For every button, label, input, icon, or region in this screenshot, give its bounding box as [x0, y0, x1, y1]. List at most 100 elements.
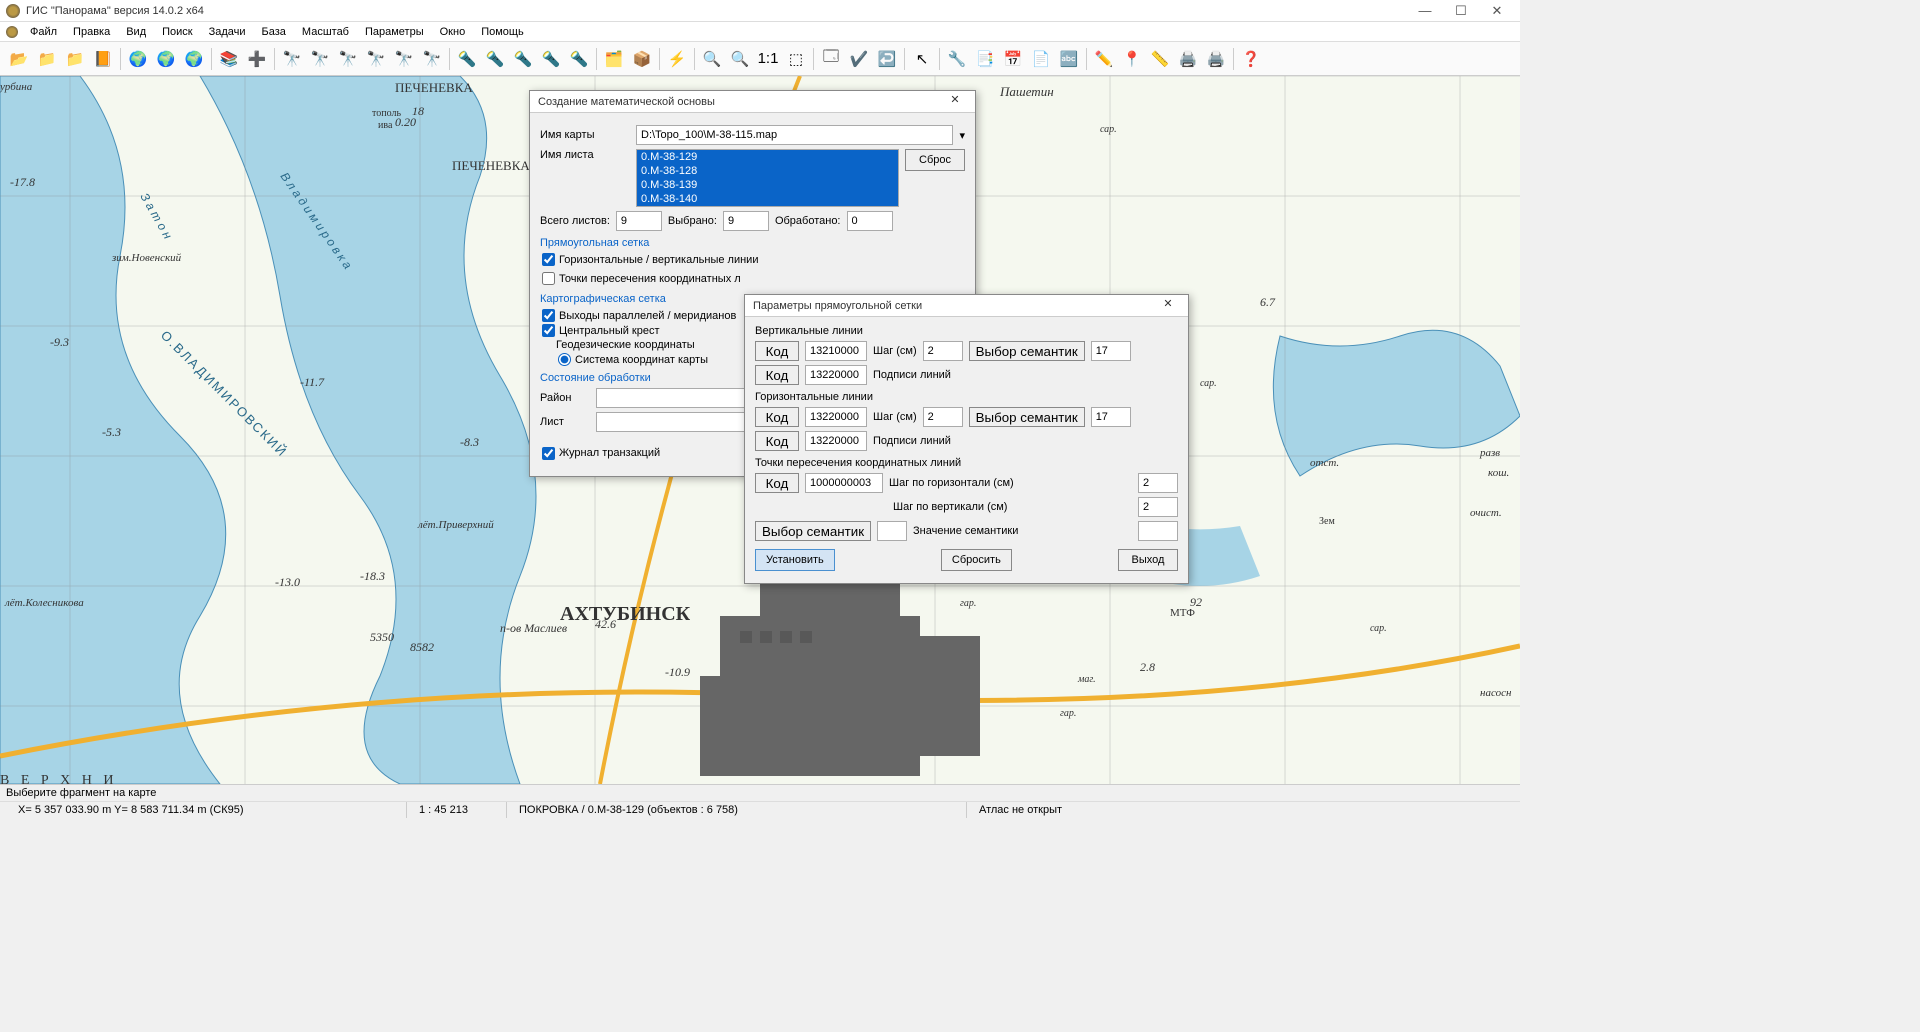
choose-sem-v-button[interactable]: Выбор семантик [969, 341, 1085, 361]
code-button-i[interactable]: Код [755, 473, 799, 493]
cube-icon[interactable]: 📦 [629, 46, 655, 72]
dialog1-close-icon[interactable]: ✕ [943, 93, 967, 111]
print-icon[interactable]: 🖨️ [1175, 46, 1201, 72]
choose-sem-h-button[interactable]: Выбор семантик [969, 407, 1085, 427]
label-masliev: п-ов Маслиев [500, 621, 567, 635]
check-icon[interactable]: ✔️ [846, 46, 872, 72]
bolt-icon[interactable]: ⚡ [664, 46, 690, 72]
code-button-h2[interactable]: Код [755, 431, 799, 451]
window-green-icon[interactable]: 🗔 [818, 46, 844, 72]
menu-base[interactable]: База [254, 24, 294, 40]
code-button-h1[interactable]: Код [755, 407, 799, 427]
input-processed[interactable] [847, 211, 893, 231]
help-icon[interactable]: ❓ [1238, 46, 1264, 72]
menu-edit[interactable]: Правка [65, 24, 118, 40]
globe-add-icon[interactable]: 🌍 [153, 46, 179, 72]
lbl-sheet: Лист [540, 416, 590, 428]
menu-params[interactable]: Параметры [357, 24, 432, 40]
input-isemnum[interactable] [877, 521, 907, 541]
light5-icon[interactable]: 🔦 [566, 46, 592, 72]
cb-hv[interactable] [542, 253, 555, 266]
cb-journal[interactable] [542, 447, 555, 460]
input-total[interactable] [616, 211, 662, 231]
minimize-button[interactable]: ― [1408, 2, 1442, 20]
zoom-in-icon[interactable]: 🔍 [727, 46, 753, 72]
undo-icon[interactable]: ↩️ [874, 46, 900, 72]
calendar-icon[interactable]: 📅 [1000, 46, 1026, 72]
input-vcode1[interactable] [805, 341, 867, 361]
menu-file[interactable]: Файл [22, 24, 65, 40]
input-istepV[interactable] [1138, 497, 1178, 517]
layers2-icon[interactable]: 🗂️ [601, 46, 627, 72]
open3-icon[interactable]: 📁 [62, 46, 88, 72]
cb-intersect[interactable] [542, 272, 555, 285]
choose-sem-i-button[interactable]: Выбор семантик [755, 521, 871, 541]
radio-sys[interactable] [558, 353, 571, 366]
binoc5-icon[interactable]: 🔭 [391, 46, 417, 72]
light2-icon[interactable]: 🔦 [482, 46, 508, 72]
layer-add-icon[interactable]: ➕ [244, 46, 270, 72]
exit-button[interactable]: Выход [1118, 549, 1178, 571]
dialog2-close-icon[interactable]: ✕ [1156, 297, 1180, 315]
cb-parallels[interactable] [542, 309, 555, 322]
zoom-out-icon[interactable]: 🔍 [699, 46, 725, 72]
menu-help[interactable]: Помощь [473, 24, 532, 40]
input-istepH[interactable] [1138, 473, 1178, 493]
light3-icon[interactable]: 🔦 [510, 46, 536, 72]
input-hstep[interactable] [923, 407, 963, 427]
pen-icon[interactable]: ✏️ [1091, 46, 1117, 72]
binoc3-icon[interactable]: 🔭 [335, 46, 361, 72]
ruler-icon[interactable]: 📏 [1147, 46, 1173, 72]
tool1-icon[interactable]: 🔧 [944, 46, 970, 72]
input-isemval[interactable] [1138, 521, 1178, 541]
globe-del-icon[interactable]: 🌍 [181, 46, 207, 72]
reset2-button[interactable]: Сбросить [941, 549, 1012, 571]
status-bar: Выберите фрагмент на карте X= 5 357 033.… [0, 784, 1520, 818]
binoc1-icon[interactable]: 🔭 [279, 46, 305, 72]
cb-intersect-label: Точки пересечения координатных л [559, 273, 741, 285]
open-icon[interactable]: 📂 [6, 46, 32, 72]
close-button[interactable]: ✕ [1480, 2, 1514, 20]
pin-icon[interactable]: 📍 [1119, 46, 1145, 72]
select-rect-icon[interactable]: ⬚ [783, 46, 809, 72]
input-hcode1[interactable] [805, 407, 867, 427]
input-mappath[interactable] [636, 125, 953, 145]
input-selected[interactable] [723, 211, 769, 231]
text-icon[interactable]: 🔤 [1056, 46, 1082, 72]
lbl-district: Район [540, 392, 590, 404]
toolbar: 📂 📁 📁 📙 🌍 🌍 🌍 📚 ➕ 🔭 🔭 🔭 🔭 🔭 🔭 🔦 🔦 🔦 🔦 🔦 … [0, 42, 1520, 76]
binoc2-icon[interactable]: 🔭 [307, 46, 333, 72]
one-to-one-icon[interactable]: 1:1 [755, 46, 781, 72]
menu-view[interactable]: Вид [118, 24, 154, 40]
light4-icon[interactable]: 🔦 [538, 46, 564, 72]
globe-refresh-icon[interactable]: 🌍 [125, 46, 151, 72]
dropdown-icon[interactable]: ▾ [959, 129, 965, 142]
tool2-icon[interactable]: 📑 [972, 46, 998, 72]
menu-search[interactable]: Поиск [154, 24, 200, 40]
input-vsem[interactable] [1091, 341, 1131, 361]
pointer-icon[interactable]: ↖ [909, 46, 935, 72]
open2-icon[interactable]: 📁 [34, 46, 60, 72]
input-hcode2[interactable] [805, 431, 867, 451]
maximize-button[interactable]: ☐ [1444, 2, 1478, 20]
doc-icon[interactable]: 📄 [1028, 46, 1054, 72]
light1-icon[interactable]: 🔦 [454, 46, 480, 72]
sheets-list[interactable]: 0.M-38-129 0.M-38-128 0.M-38-139 0.M-38-… [636, 149, 899, 207]
set-button[interactable]: Установить [755, 549, 835, 571]
cb-cross[interactable] [542, 324, 555, 337]
layers-icon[interactable]: 📚 [216, 46, 242, 72]
menu-tasks[interactable]: Задачи [201, 24, 254, 40]
code-button-v1[interactable]: Код [755, 341, 799, 361]
input-icode[interactable] [805, 473, 883, 493]
input-hsem[interactable] [1091, 407, 1131, 427]
binoc4-icon[interactable]: 🔭 [363, 46, 389, 72]
dbm-icon[interactable]: 📙 [90, 46, 116, 72]
code-button-v2[interactable]: Код [755, 365, 799, 385]
reset-button[interactable]: Сброс [905, 149, 965, 171]
binoc6-icon[interactable]: 🔭 [419, 46, 445, 72]
input-vstep[interactable] [923, 341, 963, 361]
menu-window[interactable]: Окно [432, 24, 474, 40]
input-vcode2[interactable] [805, 365, 867, 385]
print2-icon[interactable]: 🖨️ [1203, 46, 1229, 72]
menu-scale[interactable]: Масштаб [294, 24, 357, 40]
